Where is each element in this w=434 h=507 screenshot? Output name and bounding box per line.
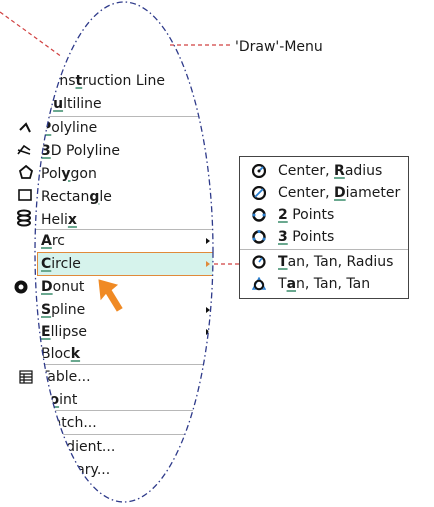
submenu-item-center-radius[interactable]: Center, Radius — [240, 160, 408, 182]
submenu-item-tan-tan-radius[interactable]: Tan, Tan, Radius — [240, 251, 408, 273]
submenu-item-tan-tan-tan[interactable]: Tan, Tan, Tan — [240, 273, 408, 295]
magnifier-outline — [34, 1, 214, 503]
polygon-icon — [18, 164, 34, 179]
3d-polyline-icon — [17, 144, 31, 155]
submenu-item-3-points[interactable]: 3 Points — [240, 226, 408, 248]
circle-submenu: Center, Radius Center, Diameter 2 Points — [239, 156, 409, 299]
cursor-arrow-icon — [98, 279, 123, 312]
circle-tan-tan-radius-icon — [252, 255, 266, 269]
circle-3-points-icon — [252, 230, 266, 244]
helix-icon — [17, 209, 31, 227]
callout-line-top — [0, 11, 63, 58]
submenu-item-center-diameter[interactable]: Center, Diameter — [240, 182, 408, 204]
circle-center-radius-icon — [252, 164, 266, 178]
callout-label: 'Draw'-Menu — [235, 39, 323, 55]
circle-center-diameter-icon — [252, 186, 266, 200]
circle-tan-tan-tan-icon — [252, 277, 266, 291]
submenu-item-2-points[interactable]: 2 Points — [240, 204, 408, 226]
circle-2-points-icon — [252, 208, 266, 222]
polyline-icon — [19, 122, 31, 133]
separator — [240, 249, 408, 250]
screenshot-stage: tting e Ray Construction Line Multiline … — [0, 0, 434, 507]
rectangle-icon — [18, 189, 32, 201]
donut-icon — [14, 280, 28, 294]
table-icon — [19, 370, 33, 384]
